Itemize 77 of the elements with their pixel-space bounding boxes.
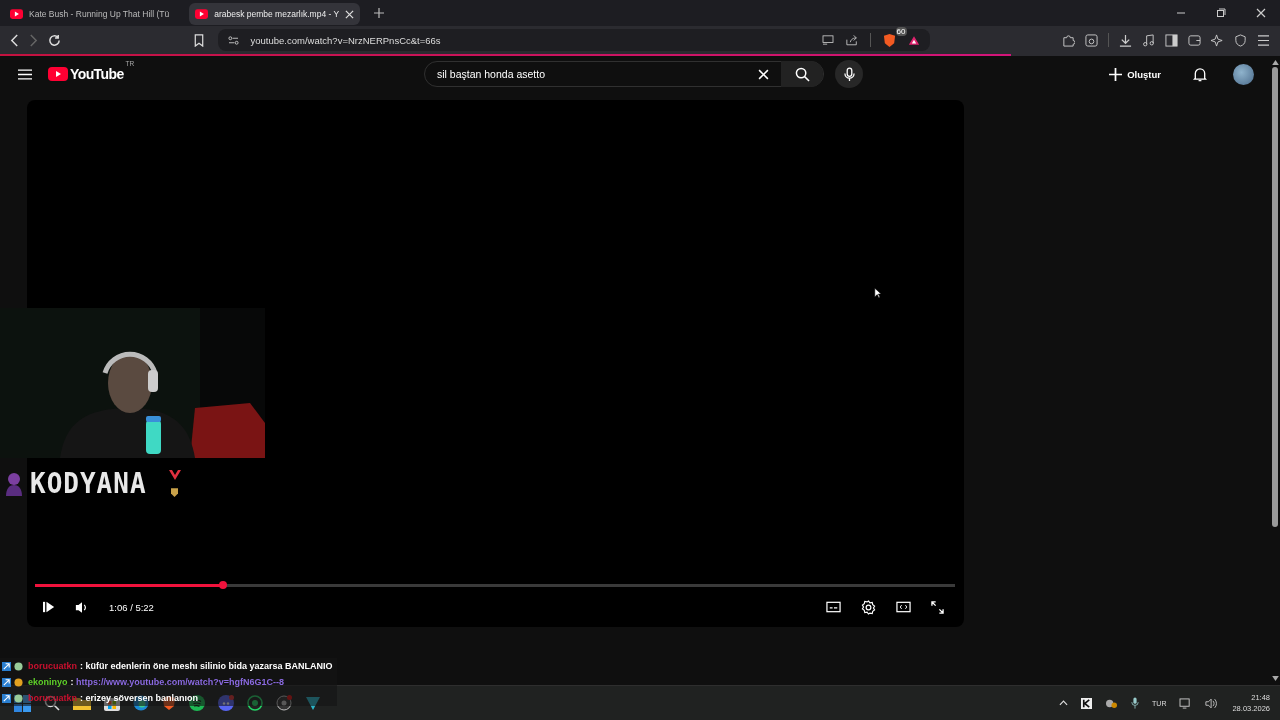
arrow-badge-icon: [2, 693, 11, 703]
theater-mode-icon[interactable]: [896, 601, 911, 613]
mouse-cursor-icon: [874, 287, 882, 299]
progress-thumb[interactable]: [218, 581, 227, 589]
network-icon[interactable]: [1179, 697, 1193, 709]
youtube-logo-icon[interactable]: [48, 67, 68, 81]
microphone-icon[interactable]: [1131, 697, 1140, 709]
chat-username: ekoninyo: [28, 677, 68, 687]
youtube-icon: [195, 9, 209, 19]
share-icon[interactable]: [845, 34, 858, 46]
chat-username: borucuatkn: [28, 661, 77, 671]
cast-icon[interactable]: [821, 35, 834, 45]
browser-tab[interactable]: arabesk pembe mezarlık.mp4 - Y: [189, 3, 361, 25]
youtube-icon: [10, 9, 23, 19]
play-icon[interactable]: [43, 601, 55, 613]
site-settings-icon[interactable]: [227, 35, 239, 45]
avatar[interactable]: [1233, 63, 1254, 85]
create-button[interactable]: Oluştur: [1103, 66, 1167, 82]
arrow-badge-icon: [2, 677, 11, 687]
close-icon[interactable]: [345, 9, 355, 19]
scroll-up-icon[interactable]: [1271, 60, 1279, 65]
back-icon[interactable]: [10, 33, 19, 47]
close-icon[interactable]: [1256, 8, 1266, 18]
arrow-badge-icon: [2, 661, 11, 671]
chevron-up-icon[interactable]: [1059, 700, 1069, 706]
volume-icon[interactable]: [75, 600, 89, 614]
subtitles-icon[interactable]: [826, 601, 841, 613]
sidebar-icon[interactable]: [1165, 33, 1178, 47]
k-app-icon[interactable]: [1081, 697, 1093, 709]
bookmark-icon[interactable]: [193, 33, 204, 47]
microphone-icon: [843, 66, 855, 82]
triangle-icon[interactable]: [907, 34, 920, 46]
blocked-count-badge: 60: [895, 26, 907, 36]
browser-tab[interactable]: Kate Bush - Running Up That Hill (Tü: [4, 3, 176, 25]
cloud-icon[interactable]: [1105, 697, 1119, 709]
mascot-icon: [4, 470, 24, 496]
settings-icon[interactable]: [861, 599, 876, 615]
chat-message: : https://www.youtube.com/watch?v=hgfN6G1C--8: [70, 677, 284, 687]
clear-icon[interactable]: [758, 68, 769, 80]
voice-search-button[interactable]: [835, 60, 863, 88]
chat-message: : erizey söversen banlanıon: [80, 693, 199, 703]
chat-link[interactable]: https://www.youtube.com/watch?v=hgfN6G1C--8: [76, 677, 284, 687]
sparkle-icon[interactable]: [1211, 33, 1224, 47]
crest-icon: [171, 487, 179, 497]
search-button[interactable]: [781, 61, 823, 87]
speaker-icon[interactable]: [1205, 697, 1220, 709]
restore-icon[interactable]: [1216, 8, 1226, 18]
chat-username: borucuatkn: [28, 693, 77, 703]
shield-icon[interactable]: [305, 695, 321, 711]
music-icon[interactable]: [1142, 33, 1155, 47]
url-text: youtube.com/watch?v=NrzNERPnsCc&t=66s: [250, 34, 441, 46]
plus-icon: [1109, 67, 1123, 81]
progress-track[interactable]: [35, 584, 955, 587]
download-icon[interactable]: [1119, 33, 1132, 47]
v-logo-icon: [168, 469, 181, 480]
record-icon[interactable]: [276, 695, 292, 711]
menu-icon[interactable]: [1257, 34, 1270, 46]
scroll-down-icon[interactable]: [1271, 676, 1279, 681]
address-bar[interactable]: youtube.com/watch?v=NrzNERPnsCc&t=66s 60: [217, 29, 930, 51]
reload-icon[interactable]: [48, 33, 61, 47]
notification-bell-icon[interactable]: [1193, 66, 1207, 82]
vpn-shield-icon[interactable]: [1234, 33, 1247, 47]
new-tab-icon[interactable]: [374, 8, 385, 18]
search-input[interactable]: sil baştan honda asetto: [435, 67, 758, 81]
chat-message: : küfür edenlerin öne meshı silinio bida yazarsa BANLANIO: [80, 661, 333, 671]
channel-logo-text: KODYANA: [30, 466, 147, 500]
whatsapp-icon[interactable]: [247, 695, 263, 711]
search-icon: [794, 66, 810, 82]
youtube-logo-text[interactable]: YouTube: [70, 66, 124, 82]
fullscreen-icon[interactable]: [931, 600, 944, 614]
extensions-icon[interactable]: [1062, 33, 1075, 47]
scrollbar-thumb[interactable]: [1272, 67, 1278, 527]
time-display: 1:06 / 5:22: [109, 601, 154, 613]
tab-search-icon[interactable]: [1085, 33, 1098, 47]
forward-icon[interactable]: [29, 33, 38, 47]
wallet-icon[interactable]: [1188, 33, 1201, 47]
discord-icon[interactable]: [218, 695, 234, 711]
